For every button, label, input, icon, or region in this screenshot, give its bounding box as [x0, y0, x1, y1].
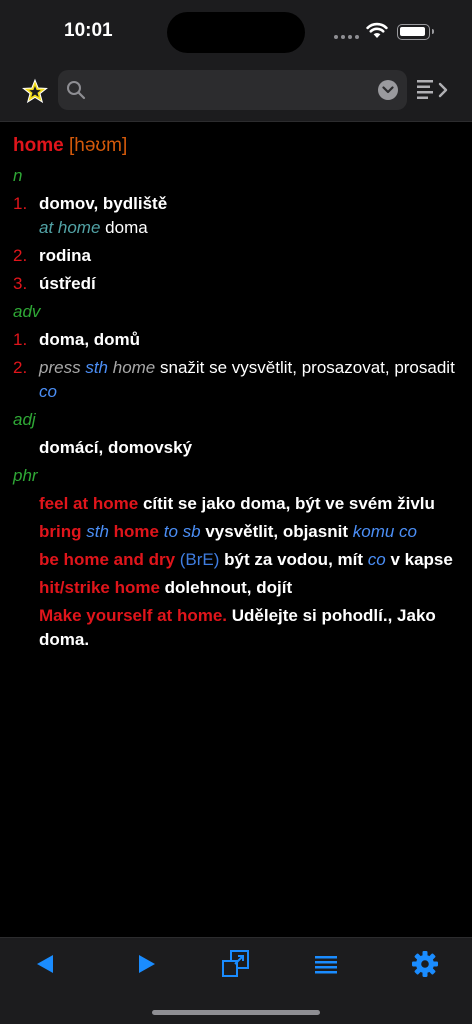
battery-icon — [397, 24, 434, 40]
windows-button[interactable] — [218, 948, 254, 980]
sense-translation: doma, domů — [39, 330, 141, 349]
status-bar: 10:01 — [0, 0, 472, 64]
placeholder-word: komu — [352, 522, 395, 541]
example-phrase: at home — [39, 218, 101, 237]
sense-item: 2. press sth home snažit se vysvětlit, p… — [13, 356, 459, 404]
phrase-item: feel at home cítit se jako doma, být ve … — [13, 492, 459, 516]
sense-translation: rodina — [39, 246, 91, 265]
phrase-item: hit/strike home dolehnout, dojít — [13, 576, 459, 600]
sense-number: 1. — [13, 330, 28, 349]
phrase-text: home — [113, 522, 159, 541]
placeholder-word: co — [39, 382, 57, 401]
phrase-text: hit/strike home — [39, 578, 160, 597]
forward-arrow-icon — [139, 955, 155, 973]
sense-number: 2. — [13, 358, 28, 377]
status-time: 10:01 — [64, 20, 113, 41]
part-of-speech-adjective: adj — [13, 410, 36, 429]
phrase-word: home — [112, 358, 156, 377]
chevron-down-icon — [382, 86, 394, 94]
phrase-translation: být za vodou, mít — [224, 550, 364, 569]
placeholder-word: sth — [85, 358, 108, 377]
search-icon — [67, 81, 86, 100]
placeholder-word: sth — [86, 522, 109, 541]
wifi-icon — [366, 22, 388, 38]
phrase-text: bring — [39, 522, 82, 541]
part-of-speech-adverb: adv — [13, 302, 41, 321]
phrase-translation: v kapse — [390, 550, 453, 569]
phrase-translation: vysvětlit, objasnit — [205, 522, 348, 541]
sense-translation: ústředí — [39, 274, 96, 293]
headword: home — [13, 135, 64, 156]
phrase-item: Make yourself at home. Udělejte si pohod… — [13, 604, 459, 652]
phrase-translation: dolehnout, dojít — [164, 578, 293, 597]
sense-number: 1. — [13, 194, 28, 213]
home-indicator — [152, 1010, 320, 1015]
phrase-translation: cítit se jako doma, být ve svém živlu — [142, 494, 435, 513]
part-of-speech-phrases: phr — [13, 466, 38, 485]
list-arrow-icon[interactable] — [415, 78, 451, 102]
sense-item: 1. domov, bydliště at home doma — [13, 192, 459, 240]
sense-item: domácí, domovský — [13, 436, 459, 460]
example-translation: doma — [105, 218, 148, 237]
back-button[interactable] — [27, 948, 63, 980]
search-toolbar — [0, 64, 472, 122]
placeholder-word: co — [399, 522, 418, 541]
sense-item: 1. doma, domů — [13, 328, 459, 352]
phrase-item: be home and dry (BrE) být za vodou, mít … — [13, 548, 459, 572]
dictionary-entry: home [həʊm] n 1. domov, bydliště at home… — [0, 122, 472, 937]
bottom-toolbar — [0, 937, 472, 1024]
phrase-text: Make yourself at home. — [39, 606, 228, 625]
part-of-speech-noun: n — [13, 166, 23, 185]
sense-number: 3. — [13, 274, 28, 293]
settings-button[interactable] — [407, 948, 443, 980]
search-box[interactable] — [58, 70, 407, 110]
dynamic-island — [167, 12, 305, 53]
star-icon — [22, 78, 48, 104]
history-dropdown-button[interactable] — [378, 80, 398, 100]
windows-icon — [222, 950, 249, 977]
phrase-text: be home and dry — [39, 550, 176, 569]
sense-item: 2. rodina — [13, 244, 459, 268]
gear-icon — [412, 951, 438, 977]
placeholder-word: co — [367, 550, 386, 569]
back-arrow-icon — [37, 955, 53, 973]
region-label: (BrE) — [179, 550, 220, 569]
sense-translation: domov, bydliště — [39, 194, 168, 213]
sense-translation: domácí, domovský — [39, 438, 193, 457]
phrase-item: bring sth home to sb vysvětlit, objasnit… — [13, 520, 459, 544]
sense-translation: snažit se vysvětlit, prosazovat, prosadi… — [160, 358, 455, 377]
sense-number: 2. — [13, 246, 28, 265]
phrase-text: feel at home — [39, 494, 139, 513]
cellular-signal-icon — [334, 35, 359, 39]
sense-item: 3. ústředí — [13, 272, 459, 296]
list-button[interactable] — [308, 948, 344, 980]
placeholder-word: to sb — [163, 522, 201, 541]
phrase-word: press — [39, 358, 81, 377]
search-input[interactable] — [94, 70, 364, 110]
forward-button[interactable] — [129, 948, 165, 980]
favorites-button[interactable] — [20, 77, 50, 107]
entry-headword-line: home [həʊm] — [13, 134, 459, 158]
list-icon — [315, 956, 337, 974]
pronunciation: [həʊm] — [68, 135, 128, 156]
